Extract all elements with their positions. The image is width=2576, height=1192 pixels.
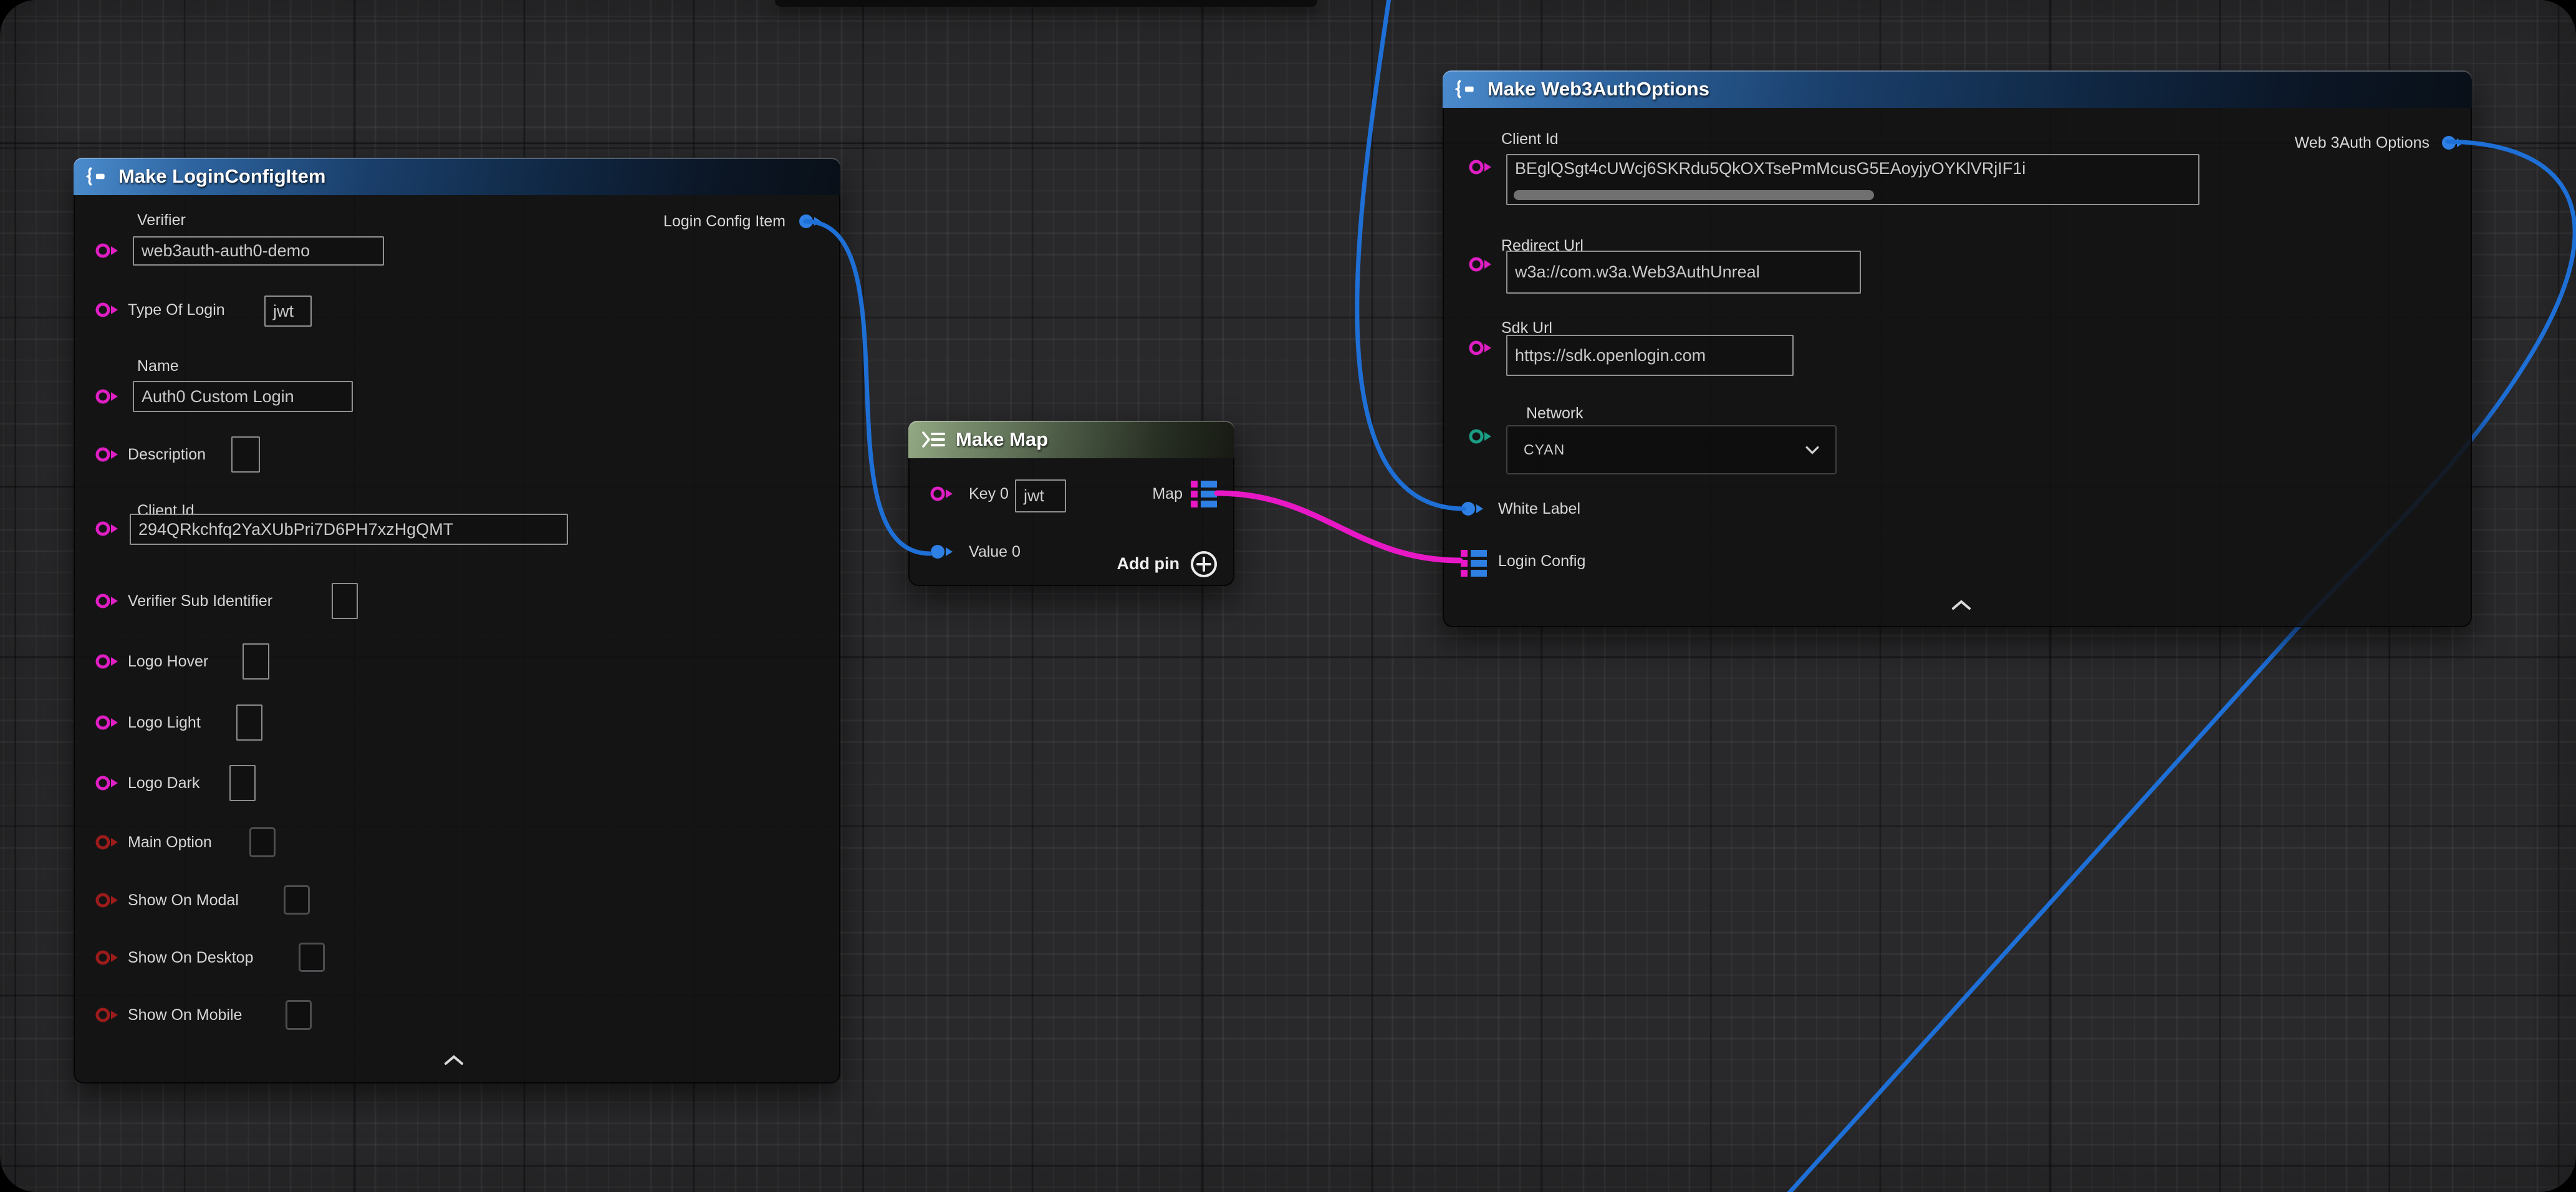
string-pin-icon[interactable] xyxy=(95,592,122,610)
pin-label-verifier-sub-identifier: Verifier Sub Identifier xyxy=(128,592,272,610)
pin-label-show-on-mobile: Show On Mobile xyxy=(128,1006,242,1024)
map-pin-icon-connected[interactable] xyxy=(1189,479,1219,509)
bool-pin-icon[interactable] xyxy=(95,833,122,852)
logo-light-input[interactable] xyxy=(236,704,262,741)
struct-pin-icon-connected[interactable] xyxy=(930,542,957,561)
pin-label-white-label: White Label xyxy=(1498,499,1580,518)
main-option-checkbox[interactable] xyxy=(249,827,276,857)
pin-label-network: Network xyxy=(1526,404,1584,423)
pin-label-key0: Key 0 xyxy=(969,484,1009,503)
pin-label-show-on-desktop: Show On Desktop xyxy=(128,948,254,967)
string-pin-icon[interactable] xyxy=(95,713,122,732)
client-id-input[interactable]: 294QRkchfq2YaXUbPri7D6PH7xzHgQMT xyxy=(130,514,568,545)
offscreen-node-bottom-edge[interactable] xyxy=(775,0,1317,7)
string-pin-icon[interactable] xyxy=(95,774,122,792)
node-title: Make LoginConfigItem xyxy=(118,165,325,188)
pin-label-value0: Value 0 xyxy=(969,542,1021,561)
node-header-make-web3authoptions[interactable]: Make Web3AuthOptions xyxy=(1443,70,2472,108)
add-pin-label[interactable]: Add pin xyxy=(1117,554,1180,573)
string-pin-icon[interactable] xyxy=(95,652,122,671)
add-pin-icon[interactable] xyxy=(1188,549,1219,580)
name-input[interactable]: Auth0 Custom Login xyxy=(133,381,353,412)
client-id-input-scrollbar[interactable] xyxy=(1514,190,1874,200)
node-header-make-loginconfigitem[interactable]: Make LoginConfigItem xyxy=(74,158,840,195)
string-pin-icon[interactable] xyxy=(1468,158,1496,176)
pin-label-logo-hover: Logo Hover xyxy=(128,652,208,671)
pin-label-logo-dark: Logo Dark xyxy=(128,774,199,792)
pin-label-login-config: Login Config xyxy=(1498,552,1585,570)
pin-label-description: Description xyxy=(128,445,206,464)
string-pin-icon[interactable] xyxy=(95,241,122,260)
node-make-web3authoptions[interactable]: Make Web3AuthOptions Client Id BEglQSgt4… xyxy=(1443,70,2472,627)
string-pin-icon[interactable] xyxy=(1468,339,1496,357)
pin-label-map: Map xyxy=(1152,484,1183,503)
bool-pin-icon[interactable] xyxy=(95,948,122,967)
string-pin-icon[interactable] xyxy=(95,300,122,319)
description-input[interactable] xyxy=(231,436,260,473)
show-on-mobile-checkbox[interactable] xyxy=(286,1000,312,1030)
make-struct-icon xyxy=(86,166,108,186)
type-of-login-input[interactable]: jwt xyxy=(264,296,312,327)
bool-pin-icon[interactable] xyxy=(95,1006,122,1024)
pin-label-name: Name xyxy=(137,357,179,375)
string-pin-icon[interactable] xyxy=(95,445,122,464)
struct-pin-icon-connected[interactable] xyxy=(798,212,825,231)
make-map-icon xyxy=(921,430,946,449)
wire-map-to-login-config[interactable] xyxy=(1217,493,1460,560)
collapse-chevron-icon[interactable] xyxy=(1950,598,1973,612)
show-on-desktop-checkbox[interactable] xyxy=(299,943,325,972)
pin-label-show-on-modal: Show On Modal xyxy=(128,891,239,910)
string-pin-icon[interactable] xyxy=(1468,255,1496,274)
pin-label-main-option: Main Option xyxy=(128,833,212,852)
struct-pin-icon-connected[interactable] xyxy=(1460,499,1487,518)
struct-pin-icon-connected[interactable] xyxy=(2441,133,2468,152)
pin-label-login-config-item: Login Config Item xyxy=(663,212,786,231)
map-pin-icon-connected[interactable] xyxy=(1460,549,1487,579)
bool-pin-icon[interactable] xyxy=(95,891,122,910)
network-dropdown[interactable]: CYAN xyxy=(1506,425,1837,474)
pin-label-client-id: Client Id xyxy=(1501,130,1559,148)
chevron-down-icon xyxy=(1805,446,1819,454)
key0-input[interactable]: jwt xyxy=(1015,479,1066,512)
pin-label-verifier: Verifier xyxy=(137,211,186,229)
network-dropdown-value: CYAN xyxy=(1524,441,1565,458)
logo-hover-input[interactable] xyxy=(243,643,269,680)
sdk-url-input[interactable]: https://sdk.openlogin.com xyxy=(1506,335,1794,376)
node-title: Make Map xyxy=(956,428,1048,451)
pin-label-logo-light: Logo Light xyxy=(128,713,201,732)
show-on-modal-checkbox[interactable] xyxy=(284,885,310,915)
pin-label-web3auth-options: Web 3Auth Options xyxy=(2295,133,2429,152)
enum-pin-icon[interactable] xyxy=(1468,427,1496,446)
node-make-map[interactable]: Make Map Key 0 jwt Map Value 0 Add pin xyxy=(908,421,1234,586)
make-struct-icon xyxy=(1455,79,1478,99)
logo-dark-input[interactable] xyxy=(229,765,256,801)
blueprint-canvas[interactable]: Make LoginConfigItem Verifier web3auth-a… xyxy=(0,0,2576,1192)
redirect-url-input[interactable]: w3a://com.w3a.Web3AuthUnreal xyxy=(1506,251,1861,294)
pin-label-type-of-login: Type Of Login xyxy=(128,300,225,319)
string-pin-icon[interactable] xyxy=(95,519,122,538)
string-pin-icon[interactable] xyxy=(95,387,122,406)
verifier-input[interactable]: web3auth-auth0-demo xyxy=(133,236,384,266)
collapse-chevron-icon[interactable] xyxy=(443,1054,465,1067)
node-header-make-map[interactable]: Make Map xyxy=(908,421,1234,458)
node-make-loginconfigitem[interactable]: Make LoginConfigItem Verifier web3auth-a… xyxy=(74,158,840,1084)
node-title: Make Web3AuthOptions xyxy=(1487,78,1709,100)
verifier-sub-identifier-input[interactable] xyxy=(332,583,358,619)
string-pin-icon[interactable] xyxy=(930,484,957,503)
